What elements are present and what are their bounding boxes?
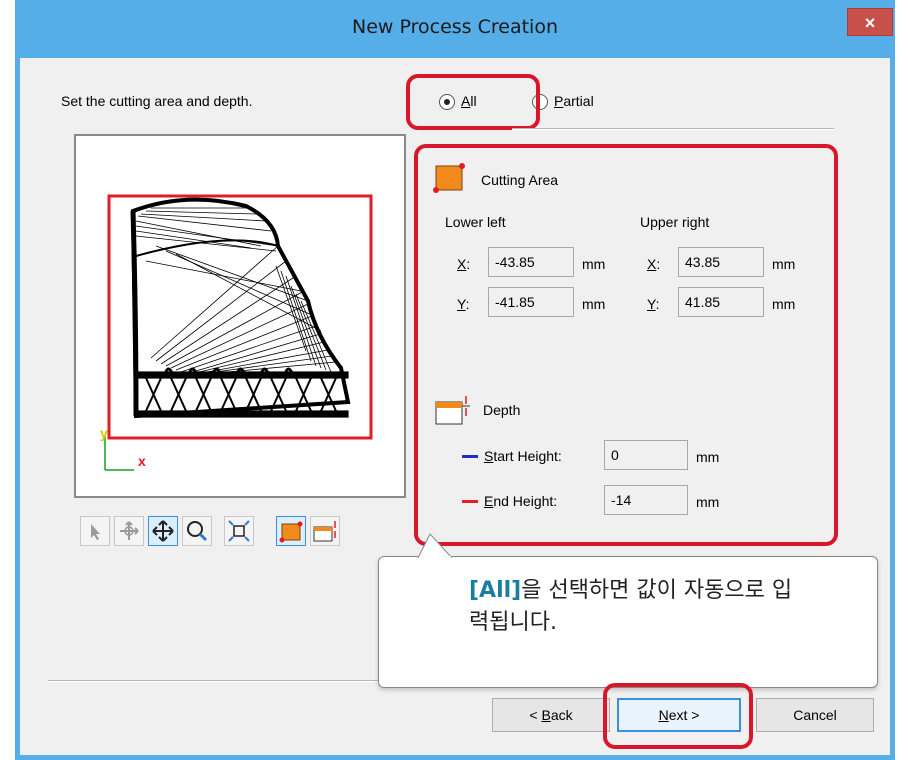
end-height-field[interactable]: -14 — [604, 485, 688, 515]
select-arrow-icon[interactable] — [80, 516, 110, 546]
back-button[interactable]: < Back — [492, 698, 610, 732]
lower-left-x-label: X: — [457, 256, 471, 272]
start-height-label: Start Height: — [484, 448, 562, 464]
upper-right-y-unit: mm — [772, 296, 796, 312]
x-axis-label: x — [138, 453, 146, 469]
dialog-client-area: Set the cutting area and depth. All Part… — [20, 58, 890, 755]
lower-left-y-label: Y: — [457, 296, 470, 312]
cutting-area-icon — [433, 161, 467, 195]
piano-model — [130, 197, 351, 419]
tooltip-callout: [All]을 선택하면 값이 자동으로 입력됩니다. — [378, 556, 878, 688]
start-height-field[interactable]: 0 — [604, 440, 688, 470]
intro-label: Set the cutting area and depth. — [61, 93, 253, 109]
lower-left-x-field[interactable]: -43.85 — [488, 247, 574, 277]
fit-view-icon[interactable] — [224, 516, 254, 546]
zoom-icon[interactable] — [182, 516, 212, 546]
start-height-unit: mm — [696, 449, 720, 465]
lower-left-y-field[interactable]: -41.85 — [488, 287, 574, 317]
upper-right-x-label: X: — [647, 256, 661, 272]
upper-right-y-label: Y: — [647, 296, 660, 312]
upper-right-y-field[interactable]: 41.85 — [678, 287, 764, 317]
upper-right-label: Upper right — [640, 214, 710, 230]
end-height-unit: mm — [696, 494, 720, 510]
rotate-move-icon[interactable] — [114, 516, 144, 546]
pan-icon[interactable] — [148, 516, 178, 546]
dialog-window: New Process Creation × Set the cutting a… — [15, 0, 895, 760]
cutting-area-heading: Cutting Area — [481, 172, 559, 188]
depth-tool-icon[interactable] — [310, 516, 340, 546]
y-axis-label: y — [100, 425, 108, 441]
start-height-line-marker — [462, 455, 478, 458]
cancel-button[interactable]: Cancel — [756, 698, 874, 732]
radio-partial[interactable]: Partial — [532, 92, 622, 114]
cutting-area-tool-icon[interactable] — [276, 516, 306, 546]
depth-icon — [434, 392, 470, 428]
end-height-line-marker — [462, 500, 478, 503]
depth-heading: Depth — [483, 402, 521, 418]
next-button-highlight — [603, 683, 753, 749]
window-title: New Process Creation — [352, 16, 558, 38]
lower-left-label: Lower left — [445, 214, 506, 230]
all-radio-highlight — [406, 74, 540, 130]
close-button[interactable]: × — [847, 8, 893, 36]
upper-right-x-field[interactable]: 43.85 — [678, 247, 764, 277]
end-height-label: End Height: — [484, 493, 558, 509]
title-bar[interactable]: New Process Creation × — [15, 0, 895, 58]
upper-right-x-unit: mm — [772, 256, 796, 272]
callout-text: [All]을 선택하면 값이 자동으로 입력됩니다. — [469, 578, 793, 635]
view-toolbar — [80, 516, 420, 552]
model-preview: y x — [100, 194, 373, 471]
lower-left-x-unit: mm — [582, 256, 606, 272]
callout-pointer — [417, 533, 453, 558]
preview-panel[interactable]: y x — [74, 134, 406, 498]
radio-group-separator — [512, 128, 834, 130]
radio-partial-label: Partial — [554, 93, 594, 109]
lower-left-y-unit: mm — [582, 296, 606, 312]
